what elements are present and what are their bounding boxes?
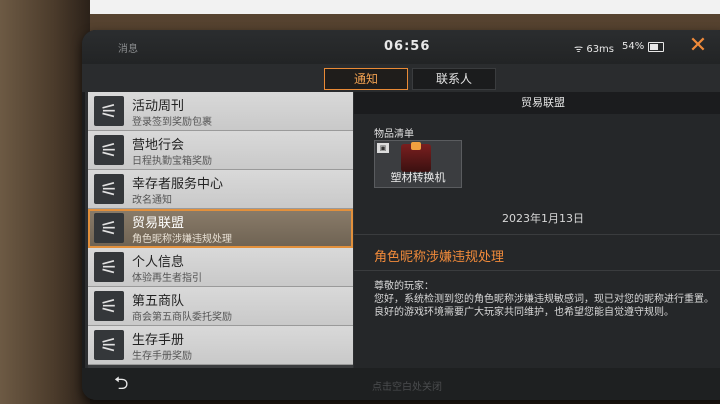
list-item-title: 活动周刊 [132,99,185,114]
list-item-trade-alliance[interactable]: ⚟ 贸易联盟 角色昵称涉嫌违规处理 [88,209,353,248]
divider [354,234,720,235]
list-item-survival-manual[interactable]: ⚟ 生存手册 生存手册奖励 [88,326,353,365]
satellite-dish-icon: ⚟ [94,291,124,321]
list-item-subtitle: 角色昵称涉嫌违规处理 [132,234,232,245]
list-item-title: 贸易联盟 [132,216,185,231]
attachment-label: 物品清单 [374,129,414,140]
close-icon[interactable]: ✕ [686,34,710,58]
satellite-dish-icon: ⚟ [94,96,124,126]
list-item-subtitle: 日程执勤宝箱奖励 [132,156,212,167]
list-item-subtitle: 改名通知 [132,195,172,206]
item-tag-icon: ▣ [377,143,389,153]
list-item-fifth-caravan[interactable]: ⚟ 第五商队 商会第五商队委托奖励 [88,287,353,326]
attachment-item-name: 塑材转换机 [390,171,446,184]
list-item-title: 个人信息 [132,255,185,270]
mail-paragraph: 良好的游戏环境需要广大玩家共同维护，也希望您能自觉遵守规则。 [374,307,674,318]
list-item-camp-guild[interactable]: ⚟ 营地行会 日程执勤宝箱奖励 [88,131,353,170]
wifi-icon: ᯤ [574,44,584,55]
mail-subject: 角色昵称涉嫌违规处理 [374,250,505,265]
list-item-subtitle: 商会第五商队委托奖励 [132,312,232,323]
list-item-activity-weekly[interactable]: ⚟ 活动周刊 登录签到奖励包裹 [88,92,353,131]
mail-panel: 消息 06:56 ᯤ 63ms 54% ✕ 通知 联系人 ⚟ 活动周刊 登录签到… [82,30,720,400]
plastic-converter-icon [401,142,431,172]
tab-notifications[interactable]: 通知 [324,68,408,90]
network-latency: ᯤ 63ms [574,41,614,55]
list-item-subtitle: 生存手册奖励 [132,351,192,362]
tab-bar: 通知 联系人 [82,64,720,92]
list-item-personal-info[interactable]: ⚟ 个人信息 体验再生者指引 [88,248,353,287]
bottom-bar: ⮌ 点击空白处关闭 [82,368,720,400]
mail-detail: 贸易联盟 物品清单 ▣ 塑材转换机 2023年1月13日 角色昵称涉嫌违规处理 … [354,92,720,368]
mail-greeting: 尊敬的玩家： [374,281,434,292]
list-item-title: 第五商队 [132,294,185,309]
list-item-subtitle: 体验再生者指引 [132,273,202,284]
list-item-title: 生存手册 [132,333,185,348]
battery-percent: 54% [622,41,645,52]
mail-body: 尊敬的玩家： 您好，系统检测到您的角色昵称涉嫌违规敏感词，现已对您的昵称进行重置… [374,280,720,319]
latency-value: 63ms [586,44,615,55]
close-hint: 点击空白处关闭 [372,382,442,393]
satellite-dish-icon: ⚟ [94,174,124,204]
list-item-title: 幸存者服务中心 [132,177,224,192]
mail-list: ⚟ 活动周刊 登录签到奖励包裹 ⚟ 营地行会 日程执勤宝箱奖励 ⚟ 幸存者服务中… [88,92,353,368]
clock: 06:56 [384,39,431,54]
messages-label: 消息 [118,44,138,55]
satellite-dish-icon: ⚟ [94,213,124,243]
list-item-subtitle: 登录签到奖励包裹 [132,117,212,128]
satellite-dish-icon: ⚟ [94,330,124,360]
mail-date: 2023年1月13日 [502,212,584,225]
mail-paragraph: 您好，系统检测到您的角色昵称涉嫌违规敏感词，现已对您的昵称进行重置。 [374,294,714,305]
tab-contacts[interactable]: 联系人 [412,68,496,90]
attachment-item[interactable]: ▣ 塑材转换机 [374,140,462,188]
satellite-dish-icon: ⚟ [94,252,124,282]
battery-icon [648,42,664,52]
divider [354,270,720,271]
list-item-title: 营地行会 [132,138,185,153]
top-strip [0,0,720,14]
list-item-survivor-service[interactable]: ⚟ 幸存者服务中心 改名通知 [88,170,353,209]
detail-sender-title: 贸易联盟 [354,92,720,114]
background-scene [0,0,90,404]
status-bar: 消息 06:56 ᯤ 63ms 54% ✕ [82,30,720,64]
satellite-dish-icon: ⚟ [94,135,124,165]
